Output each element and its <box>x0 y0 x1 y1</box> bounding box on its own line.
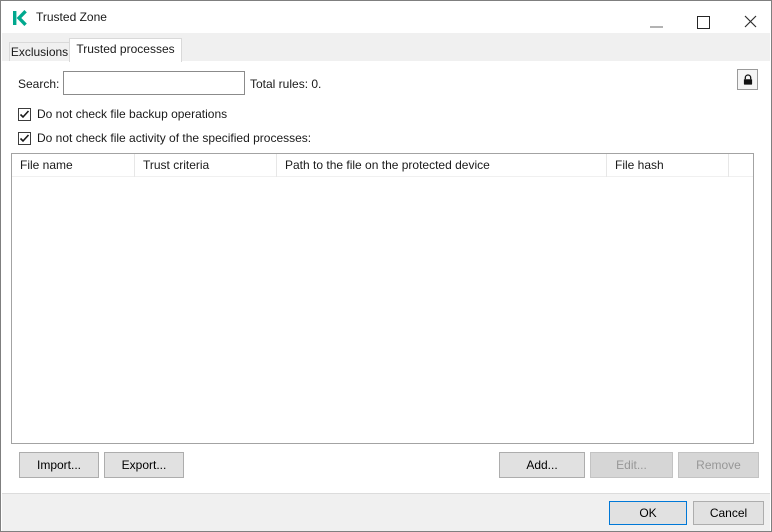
backup-operations-checkbox[interactable] <box>18 108 31 121</box>
cancel-button[interactable]: Cancel <box>693 501 764 525</box>
checkmark-icon <box>19 133 30 144</box>
dialog-footer: OK Cancel <box>2 493 770 532</box>
column-header-path[interactable]: Path to the file on the protected device <box>277 154 607 177</box>
maximize-button[interactable] <box>688 2 718 33</box>
import-button[interactable]: Import... <box>19 452 99 478</box>
lock-button[interactable] <box>737 69 758 90</box>
file-activity-checkbox[interactable] <box>18 132 31 145</box>
column-header-file-name[interactable]: File name <box>12 154 135 177</box>
tab-strip: Exclusions Trusted processes <box>2 33 770 61</box>
minimize-button[interactable] <box>641 2 671 33</box>
minimize-icon <box>650 26 663 28</box>
close-icon <box>743 14 758 29</box>
titlebar: Trusted Zone <box>2 2 770 33</box>
lock-icon <box>742 74 754 86</box>
option-file-activity: Do not check file activity of the specif… <box>18 131 311 145</box>
option-label: Do not check file activity of the specif… <box>37 131 311 145</box>
column-header-trust-criteria[interactable]: Trust criteria <box>135 154 277 177</box>
search-label: Search: <box>18 77 59 91</box>
option-backup-operations: Do not check file backup operations <box>18 107 227 121</box>
maximize-icon <box>697 16 710 29</box>
total-rules-text: Total rules: 0. <box>250 77 321 91</box>
column-header-file-hash[interactable]: File hash <box>607 154 729 177</box>
table-header: File name Trust criteria Path to the fil… <box>12 154 753 177</box>
add-button[interactable]: Add... <box>499 452 585 478</box>
column-header-filler <box>729 154 753 177</box>
option-label: Do not check file backup operations <box>37 107 227 121</box>
ok-button[interactable]: OK <box>609 501 687 525</box>
export-button[interactable]: Export... <box>104 452 184 478</box>
tab-trusted-processes[interactable]: Trusted processes <box>69 38 182 62</box>
trusted-processes-panel: Search: Total rules: 0. Do not check fil… <box>2 61 770 493</box>
trusted-zone-dialog: Trusted Zone Exclusions Trusted processe… <box>0 0 772 532</box>
processes-table: File name Trust criteria Path to the fil… <box>11 153 754 444</box>
table-body-empty <box>12 177 753 443</box>
edit-button[interactable]: Edit... <box>590 452 673 478</box>
remove-button[interactable]: Remove <box>678 452 759 478</box>
tab-exclusions[interactable]: Exclusions <box>9 42 70 61</box>
checkmark-icon <box>19 109 30 120</box>
search-input[interactable] <box>63 71 245 95</box>
window-title: Trusted Zone <box>36 2 107 33</box>
close-button[interactable] <box>735 2 765 33</box>
kaspersky-logo-icon <box>12 10 28 26</box>
